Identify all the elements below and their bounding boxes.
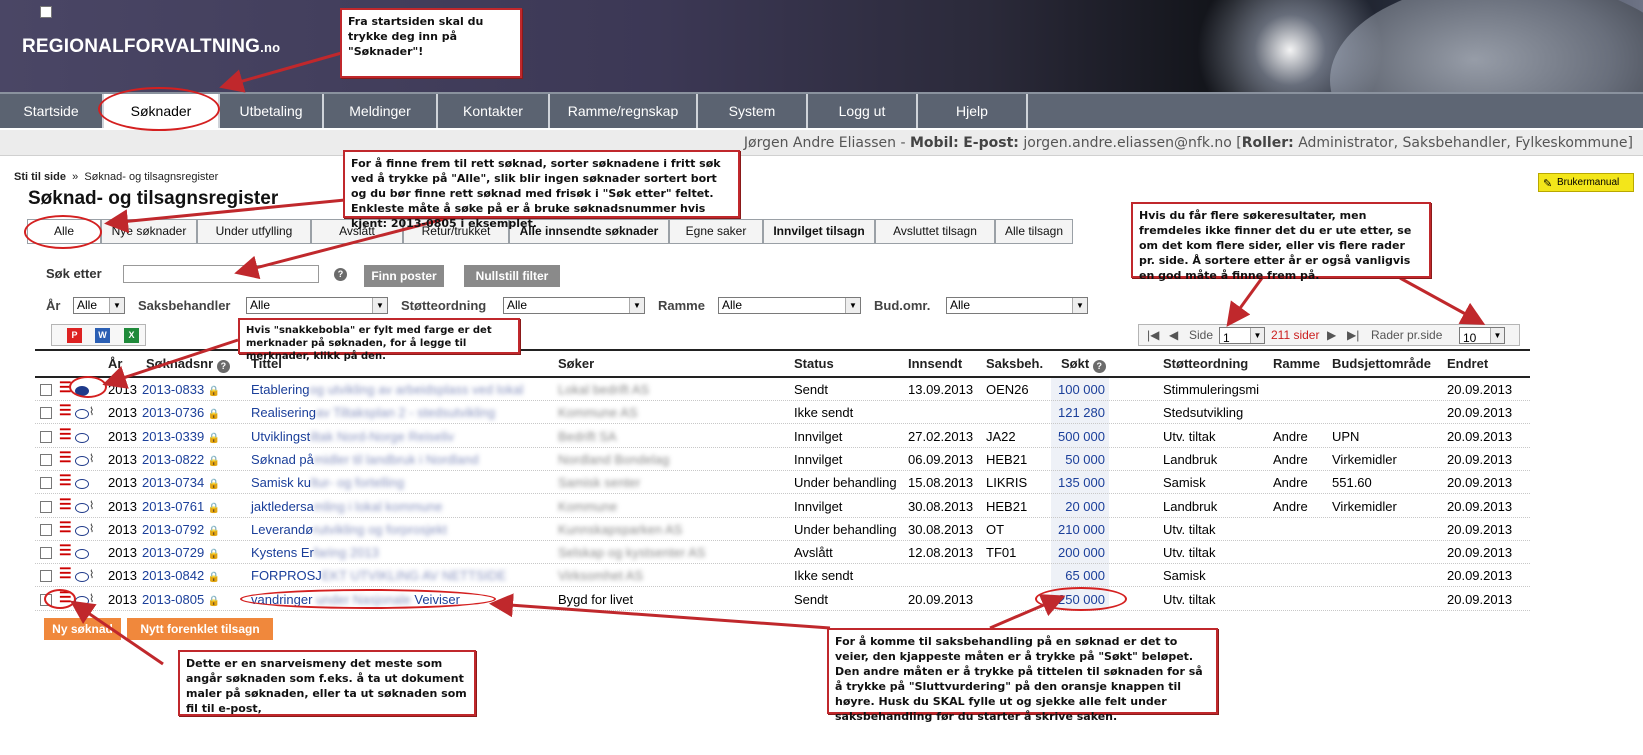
callout-search: For å finne frem til rett søknad, sorter… [343, 150, 740, 230]
callout-startside: Fra startsiden skal du trykke deg inn på… [340, 8, 522, 78]
callout-pager: Hvis du får flere søkeresultater, men fr… [1131, 202, 1431, 282]
annotation-arrows [70, 50, 1486, 666]
callout-menu: Dette er en snarveismeny det meste som a… [178, 650, 476, 716]
callout-processing: For å komme til saksbehandling på en søk… [827, 628, 1218, 723]
callout-bubble: Hvis "snakkebobla" er fylt med farge er … [238, 318, 520, 362]
